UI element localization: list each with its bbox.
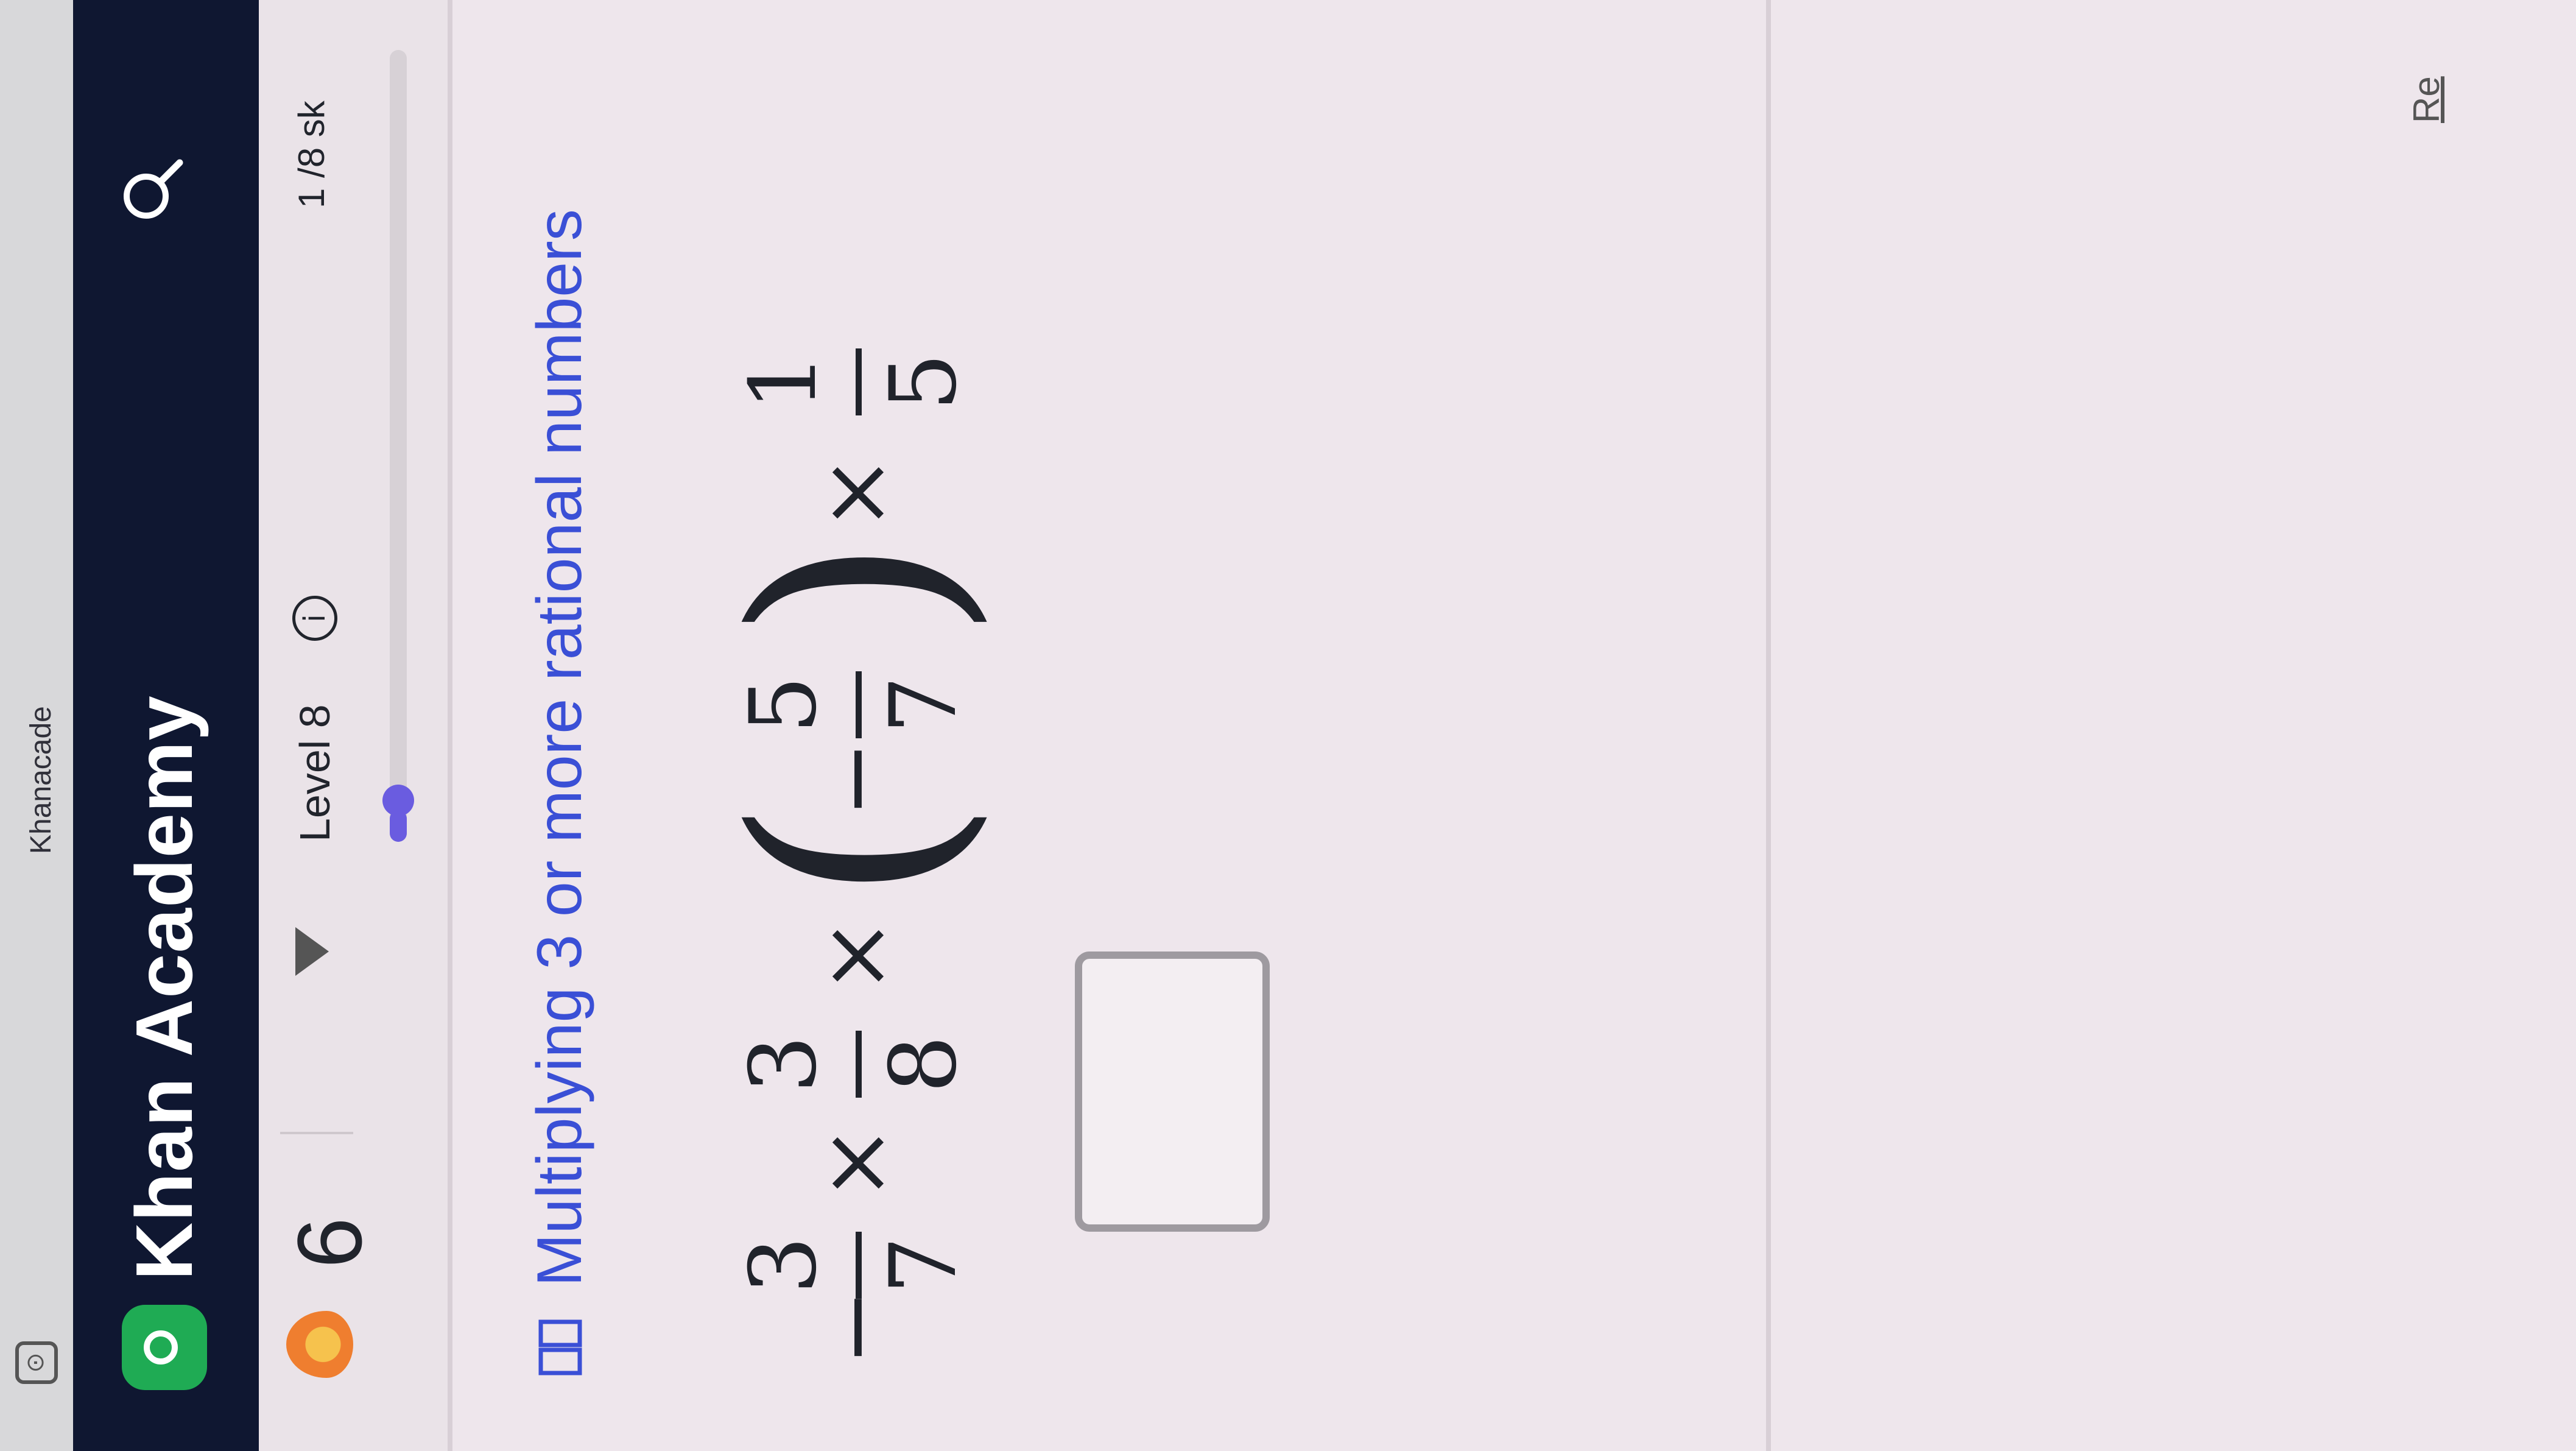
denominator: 7 (871, 676, 977, 734)
level-label: Level 8 (291, 704, 339, 842)
numerator: 3 (731, 1035, 837, 1093)
level-bar: 6 Level 8 i 1 /8 sk (259, 0, 448, 1451)
site-header: Khan Academy (73, 0, 259, 1451)
chevron-down-icon[interactable] (295, 927, 329, 976)
question-counter: 1 /8 sk (291, 101, 332, 208)
tab-settings-icon[interactable]: ⊙ (15, 1341, 58, 1384)
close-paren: ) (697, 536, 1008, 641)
khan-academy-logo-icon[interactable] (122, 1305, 207, 1390)
denominator: 5 (871, 353, 977, 411)
streak-count: 6 (278, 1217, 381, 1268)
minus-sign: − (803, 741, 909, 817)
search-icon[interactable] (116, 154, 189, 227)
skill-title: Multiplying 3 or more rational numbers (524, 209, 595, 1287)
fraction-3: 5 7 (731, 659, 987, 750)
brand-name[interactable]: Khan Academy (118, 695, 210, 1280)
level-progress-bar (382, 50, 414, 842)
footer-link[interactable]: Re (2405, 76, 2448, 123)
screen: ⊙ Khanacade Khan Academy 6 Level 8 i 1 /… (0, 0, 2576, 1451)
info-icon[interactable]: i (292, 596, 337, 641)
fraction-4: 1 5 (731, 336, 987, 428)
book-icon (538, 1319, 582, 1375)
fraction-bar (856, 1232, 862, 1299)
denominator: 8 (871, 1035, 977, 1093)
fraction-2: 3 8 (731, 1019, 987, 1110)
progress-marker (382, 785, 414, 816)
denominator: 7 (871, 1236, 977, 1294)
fraction-bar (856, 1031, 862, 1098)
skill-heading: Multiplying 3 or more rational numbers (512, 38, 609, 1378)
times-sign: × (803, 454, 909, 531)
browser-title: Khanacade (25, 706, 57, 854)
math-expression: − 3 7 × 3 8 × ( − 5 7 ) × 1 5 (697, 26, 1008, 1366)
times-sign: × (803, 917, 909, 994)
browser-chrome: ⊙ Khanacade (0, 0, 73, 1451)
divider (1766, 0, 1771, 1451)
numerator: 5 (731, 676, 837, 734)
answer-input[interactable] (1075, 951, 1270, 1232)
divider (280, 1132, 353, 1134)
fraction-1: 3 7 (731, 1220, 987, 1311)
streak-flame-icon (286, 1311, 353, 1378)
numerator: 1 (731, 353, 837, 411)
numerator: 3 (731, 1236, 837, 1294)
fraction-bar (856, 348, 862, 415)
divider (448, 0, 452, 1451)
fraction-bar (856, 671, 862, 738)
times-sign: × (803, 1124, 909, 1201)
